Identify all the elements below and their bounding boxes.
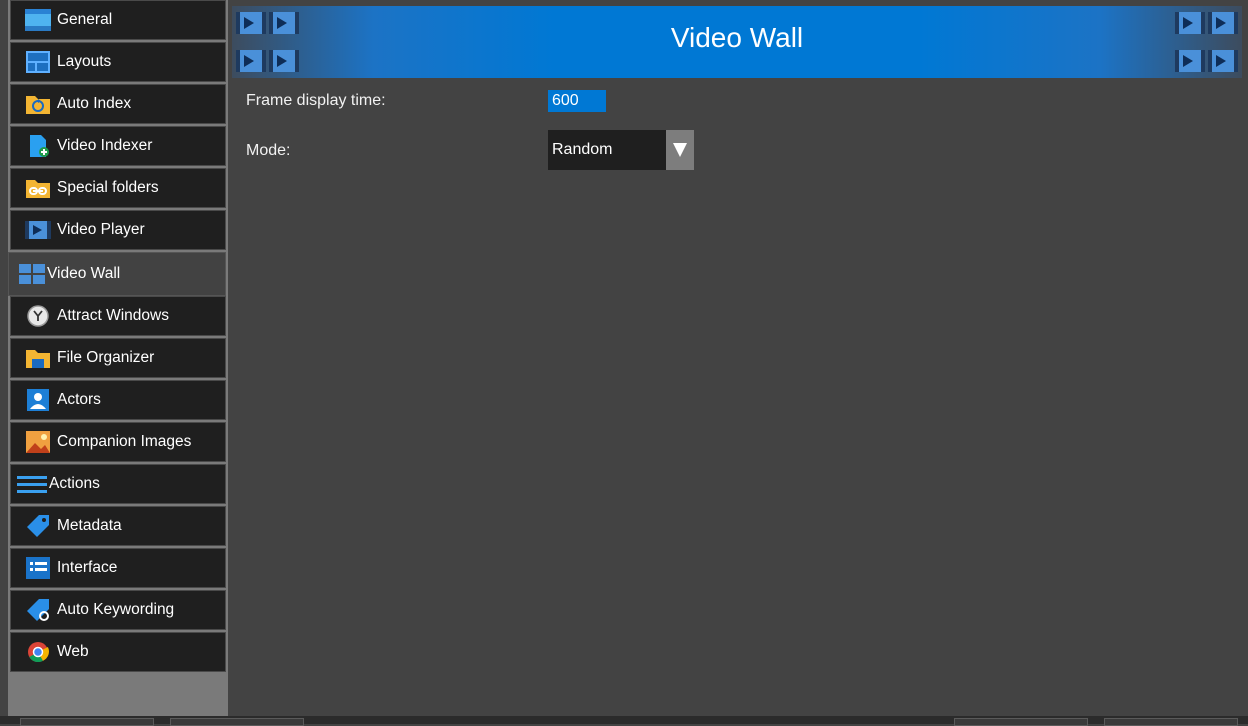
sidebar-item-label: Attract Windows bbox=[57, 307, 169, 324]
sidebar-item-label: Special folders bbox=[57, 179, 159, 196]
layouts-icon bbox=[25, 51, 51, 73]
sidebar-item-attract-windows[interactable]: Attract Windows bbox=[10, 296, 226, 336]
sidebar-item-label: General bbox=[57, 11, 113, 28]
clock-icon bbox=[25, 305, 51, 327]
frame-display-time-input[interactable] bbox=[548, 90, 606, 112]
sidebar-item-actors[interactable]: Actors bbox=[10, 380, 226, 420]
mode-selected-value: Random bbox=[552, 141, 613, 158]
sidebar-item-auto-index[interactable]: Auto Index bbox=[10, 84, 226, 124]
sidebar-item-label: File Organizer bbox=[57, 349, 155, 366]
mode-label: Mode: bbox=[246, 142, 291, 159]
page-header: Video Wall bbox=[232, 6, 1242, 78]
frame-display-time-label: Frame display time: bbox=[246, 92, 386, 109]
page-title: Video Wall bbox=[670, 22, 804, 53]
sidebar-item-video-player[interactable]: Video Player bbox=[10, 210, 226, 250]
sidebar-item-label: Video Indexer bbox=[57, 137, 153, 154]
video-player-film-icon bbox=[25, 219, 51, 241]
sidebar-item-special-folders[interactable]: Special folders bbox=[10, 168, 226, 208]
special-folder-link-icon bbox=[25, 177, 51, 199]
general-icon bbox=[25, 9, 51, 31]
sidebar-item-layouts[interactable]: Layouts bbox=[10, 42, 226, 82]
tag-icon bbox=[25, 515, 51, 537]
sidebar-item-label: Auto Keywording bbox=[57, 601, 175, 618]
auto-index-folder-icon bbox=[25, 93, 51, 115]
mode-dropdown[interactable]: Random bbox=[548, 130, 694, 170]
sidebar-item-label: Interface bbox=[57, 559, 118, 576]
auto-keyword-tag-icon bbox=[25, 599, 51, 621]
sidebar-item-label: Actors bbox=[57, 391, 101, 408]
sidebar-item-web[interactable]: Web bbox=[10, 632, 226, 672]
video-wall-grid-icon bbox=[19, 263, 45, 285]
chrome-browser-icon bbox=[25, 641, 51, 663]
sidebar-item-auto-keywording[interactable]: Auto Keywording bbox=[10, 590, 226, 630]
sidebar-item-label: Video Player bbox=[57, 221, 145, 238]
actions-lines-icon bbox=[17, 473, 47, 495]
sidebar-item-companion-images[interactable]: Companion Images bbox=[10, 422, 226, 462]
bottom-button[interactable] bbox=[1104, 718, 1238, 726]
sidebar-item-metadata[interactable]: Metadata bbox=[10, 506, 226, 546]
sidebar-item-label: Companion Images bbox=[57, 433, 192, 450]
chevron-down-icon[interactable] bbox=[666, 130, 694, 170]
sidebar-item-label: Metadata bbox=[57, 517, 122, 534]
bottom-button[interactable] bbox=[170, 718, 304, 726]
sidebar-item-general[interactable]: General bbox=[10, 0, 226, 40]
sidebar-item-file-organizer[interactable]: File Organizer bbox=[10, 338, 226, 378]
settings-sidebar: General Layouts Auto Index Video Indexer… bbox=[8, 0, 228, 716]
sidebar-item-video-wall[interactable]: Video Wall bbox=[8, 252, 226, 296]
sidebar-item-label: Actions bbox=[49, 475, 100, 492]
interface-list-icon bbox=[25, 557, 51, 579]
bottom-button[interactable] bbox=[20, 718, 154, 726]
sidebar-item-interface[interactable]: Interface bbox=[10, 548, 226, 588]
sidebar-item-label: Layouts bbox=[57, 53, 112, 70]
video-indexer-file-icon bbox=[25, 135, 51, 157]
bottom-button[interactable] bbox=[954, 718, 1088, 726]
sidebar-item-label: Web bbox=[57, 643, 89, 660]
sidebar-item-video-indexer[interactable]: Video Indexer bbox=[10, 126, 226, 166]
image-picture-icon bbox=[25, 431, 51, 453]
sidebar-item-label: Auto Index bbox=[57, 95, 132, 112]
file-organizer-folder-icon bbox=[25, 347, 51, 369]
actor-person-icon bbox=[25, 389, 51, 411]
sidebar-item-label: Video Wall bbox=[47, 265, 121, 282]
sidebar-item-actions[interactable]: Actions bbox=[10, 464, 226, 504]
